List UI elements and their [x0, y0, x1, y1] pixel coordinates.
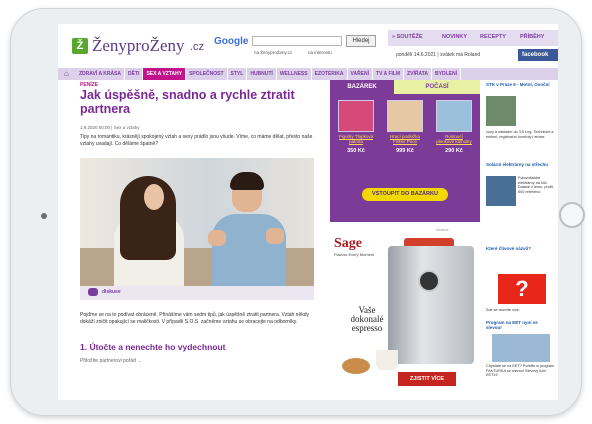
right-item-text: Fotovoltaické elektrárny na klíč. Dotace…: [518, 176, 553, 194]
article-paragraph-2: Přiložíte partnerovi pořád ...: [80, 358, 142, 364]
machine-gauge: [418, 270, 440, 292]
product-name[interactable]: Rostoucí plenkové kalhotky: [436, 134, 472, 144]
nav-item-wellness[interactable]: WELLNESS: [277, 68, 312, 80]
browser-screen: Ž ŽenyproŽeny .cz Google Hledej na Ženyp…: [58, 24, 558, 400]
article-meta: 1.9.2020 00:00 | Sex a vztahy: [80, 125, 140, 130]
radio-web[interactable]: na internetu: [308, 50, 332, 55]
croissant-image: [342, 358, 370, 374]
nav-item-ezoterika[interactable]: EZOTERIKA: [312, 68, 348, 80]
right-item-title[interactable]: Solární elektrárny na střechu: [486, 162, 554, 167]
bazar-product[interactable]: Rostoucí plenkové kalhotky 290 Kč: [436, 100, 472, 154]
ad-slogan: Vaše dokonalé espresso: [350, 305, 384, 333]
toplink-novinky[interactable]: NOVINKY: [442, 34, 467, 40]
article-subheading: 1. Útočte a nenechte ho vydechnout: [80, 342, 226, 352]
toplink-soutaze[interactable]: » SOUTĚŽE: [392, 34, 423, 40]
coffee-cup-image: [376, 350, 398, 370]
article-photo: [80, 158, 314, 286]
nav-item-zvirata[interactable]: ZVÍŘATA: [404, 68, 433, 80]
nav-item-bydleni[interactable]: BYDLENÍ: [432, 68, 461, 80]
facebook-button[interactable]: facebook: [518, 49, 558, 61]
product-price: 350 Kč: [347, 148, 365, 154]
site-logo-tld: .cz: [190, 41, 205, 53]
right-item-image[interactable]: [486, 96, 516, 126]
google-logo: Google: [214, 36, 249, 47]
nav-item-hubnuti[interactable]: HUBNUTÍ: [247, 68, 277, 80]
bazar-widget: BAZÁREK POČASÍ Figurky Tlapková patrola …: [330, 80, 480, 222]
radio-site[interactable]: na ŽenyproŽeny.cz: [254, 50, 292, 55]
right-item-text: vozy a nákladní do 3,5 t.ng. Technické a…: [486, 130, 554, 139]
right-item-image[interactable]: [492, 334, 550, 362]
product-name[interactable]: Figurky Tlapková patrola: [338, 134, 374, 144]
question-mark-icon[interactable]: ?: [498, 274, 546, 304]
product-price: 290 Kč: [445, 148, 463, 154]
sage-tagline: Flavour Every Moment: [334, 252, 375, 257]
camera-dot: [41, 213, 47, 219]
nav-item-tv-a-film[interactable]: TV A FILM: [373, 68, 405, 80]
home-button[interactable]: [559, 202, 585, 228]
bazar-product[interactable]: Figurky Tlapková patrola 350 Kč: [338, 100, 374, 154]
product-image[interactable]: [436, 100, 472, 132]
toplink-pribehy[interactable]: PŘÍBĚHY: [520, 34, 544, 40]
main-nav: ⌂ ZDRAVÍ A KRÁSA DĚTI SEX A VZTAHY SPOLE…: [58, 68, 558, 80]
date-line: pondělí 14.6.2021 | svátek má Roland: [396, 52, 481, 58]
article-title: Jak úspěšně, snadno a rychle ztratit par…: [80, 88, 295, 116]
product-image[interactable]: [387, 100, 423, 132]
nav-item-sex-a-vztahy[interactable]: SEX A VZTAHY: [143, 68, 187, 80]
logo-mark-icon[interactable]: Ž: [72, 38, 88, 54]
chat-bubble-icon[interactable]: [88, 288, 98, 296]
right-item-image[interactable]: [486, 176, 516, 206]
article-paragraph: Pojďme se na to podívat obráceně. Přináš…: [80, 312, 310, 325]
product-price: 999 Kč: [396, 148, 414, 154]
toplink-recepty[interactable]: RECEPTY: [480, 34, 506, 40]
nav-item-zdravi[interactable]: ZDRAVÍ A KRÁSA: [76, 68, 126, 80]
right-item-title[interactable]: STK v Praze 5 - Motol, Ovoční: [486, 82, 554, 87]
site-header: Ž ŽenyproŽeny .cz Google Hledej na Ženyp…: [58, 24, 558, 64]
bazar-product[interactable]: Hrací podložka Fisher Price 999 Kč: [387, 100, 423, 154]
ad-label: reklama: [436, 228, 449, 232]
nav-item-spolecnost[interactable]: SPOLEČNOST: [186, 68, 228, 80]
find-out-more-button[interactable]: ZJISTIT VÍCE: [398, 372, 456, 386]
nav-item-deti[interactable]: DĚTI: [125, 68, 144, 80]
nav-item-vareni[interactable]: VAŘENÍ: [348, 68, 374, 80]
tab-pocasi[interactable]: POČASÍ: [394, 80, 480, 94]
right-item-text: Chystáte se na EET? Pořiďte si program F…: [486, 364, 555, 378]
discussion-link[interactable]: diskuse: [102, 289, 121, 295]
nav-item-styl[interactable]: STYL: [228, 68, 248, 80]
product-image[interactable]: [338, 100, 374, 132]
home-icon[interactable]: ⌂: [64, 70, 72, 78]
search-input[interactable]: [252, 36, 342, 46]
search-button[interactable]: Hledej: [346, 35, 376, 47]
product-name[interactable]: Hrací podložka Fisher Price: [387, 134, 423, 144]
right-item-title[interactable]: Které čtivové názvů?: [486, 246, 554, 251]
sage-logo[interactable]: Sage: [334, 236, 362, 252]
right-item-text: Zde se dozvíte více.: [486, 308, 520, 312]
article-lead: Tipy na romantiku, krásnějí spokojený vz…: [80, 134, 313, 147]
site-logo[interactable]: ŽenyproŽeny: [92, 36, 185, 56]
tab-bazarek[interactable]: BAZÁREK: [330, 80, 394, 94]
enter-bazar-button[interactable]: VSTOUPIT DO BAZÁRKU: [362, 188, 448, 201]
espresso-machine-image[interactable]: [388, 246, 474, 364]
right-item-title[interactable]: Program na EET nyní se slevou!: [486, 320, 554, 330]
